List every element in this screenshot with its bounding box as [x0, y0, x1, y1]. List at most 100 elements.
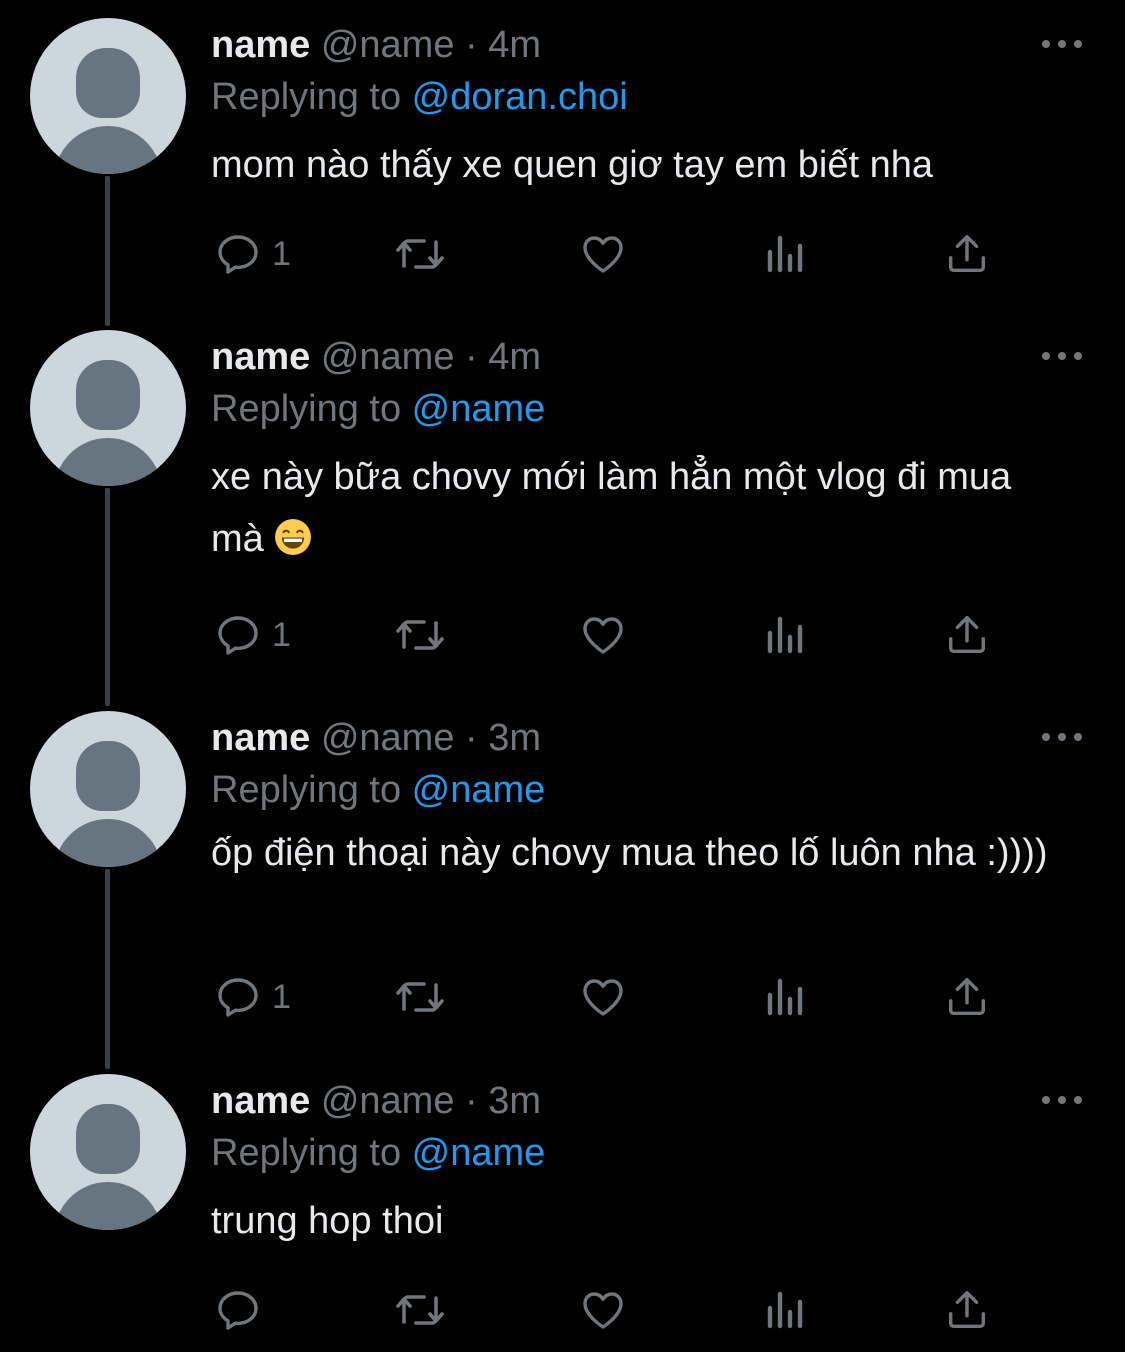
share-upload-icon: [948, 1291, 986, 1329]
share-upload-icon: [948, 616, 986, 654]
tweet-text: ốp điện thoại này chovy mua theo lố luôn…: [211, 827, 1051, 879]
reply-bubble-icon: [218, 235, 258, 274]
tweet[interactable]: name @name · 3m Replying to @name trung …: [0, 1056, 1125, 1352]
replying-to-mention[interactable]: @name: [412, 769, 546, 811]
reply-button[interactable]: 1: [214, 969, 291, 1025]
more-horizontal-icon[interactable]: [1040, 1090, 1084, 1110]
heart-icon: [583, 1292, 623, 1329]
avatar[interactable]: [30, 330, 186, 486]
tweet-text-content: ốp điện thoại này chovy mua theo lố luôn…: [211, 832, 1048, 874]
display-name[interactable]: name: [211, 717, 310, 759]
replying-to-mention[interactable]: @doran.choi: [412, 76, 628, 118]
replying-to: Replying to @name: [211, 1130, 545, 1176]
views-button[interactable]: [764, 969, 808, 1025]
tweet-text: mom nào thấy xe quen giơ tay em biết nha: [211, 134, 1091, 196]
user-handle[interactable]: @name: [321, 24, 455, 66]
reply-bubble-icon: [218, 978, 258, 1017]
views-button[interactable]: [764, 1282, 808, 1338]
tweet-text: xe này bữa chovy mới làm hẳn một vlog đi…: [211, 446, 1071, 570]
share-button[interactable]: [944, 607, 990, 663]
like-button[interactable]: [578, 226, 628, 282]
share-button[interactable]: [944, 1282, 990, 1338]
replying-to: Replying to @name: [211, 386, 545, 432]
reply-count: 1: [272, 977, 291, 1016]
retweet-button[interactable]: [392, 969, 448, 1025]
default-avatar-icon: [76, 741, 140, 811]
share-upload-icon: [948, 978, 986, 1016]
views-bar-chart-icon: [767, 978, 803, 1016]
replying-to-mention[interactable]: @name: [412, 388, 546, 430]
retweet-icon: [396, 1295, 444, 1325]
like-button[interactable]: [578, 1282, 628, 1338]
display-name[interactable]: name: [211, 336, 310, 378]
retweet-button[interactable]: [392, 226, 448, 282]
views-button[interactable]: [764, 607, 808, 663]
default-avatar-icon: [76, 1104, 140, 1174]
tweet-header: name @name · 4m: [211, 22, 541, 68]
replying-to-label: Replying to: [211, 1132, 412, 1174]
display-name[interactable]: name: [211, 24, 310, 66]
heart-icon: [583, 617, 623, 654]
default-avatar-icon: [76, 48, 140, 118]
heart-icon: [583, 979, 623, 1016]
replying-to-label: Replying to: [211, 76, 412, 118]
timestamp[interactable]: 4m: [488, 336, 541, 378]
share-button[interactable]: [944, 969, 990, 1025]
separator-dot: ·: [465, 1080, 478, 1122]
tweet[interactable]: name @name · 4m Replying to @doran.choi …: [0, 0, 1125, 300]
tweet-text-content: xe này bữa chovy mới làm hẳn một vlog đi…: [211, 456, 1012, 560]
like-button[interactable]: [578, 607, 628, 663]
reply-bubble-icon: [218, 1291, 258, 1330]
replying-to: Replying to @doran.choi: [211, 74, 628, 120]
reply-button[interactable]: 1: [214, 607, 291, 663]
heart-icon: [583, 236, 623, 273]
tweet-header: name @name · 3m: [211, 715, 541, 761]
tweet-header: name @name · 4m: [211, 334, 541, 380]
separator-dot: ·: [465, 336, 478, 378]
tweet-actions: 1: [0, 607, 1125, 663]
tweet-actions: 1: [0, 226, 1125, 282]
reply-button[interactable]: 1: [214, 226, 291, 282]
more-horizontal-icon[interactable]: [1040, 727, 1084, 747]
default-avatar-icon: [76, 360, 140, 430]
retweet-button[interactable]: [392, 607, 448, 663]
replying-to-label: Replying to: [211, 388, 412, 430]
reply-count: 1: [272, 234, 291, 273]
tweet-text-content: trung hop thoi: [211, 1200, 444, 1242]
reply-count: 1: [272, 615, 291, 654]
grinning-face-emoji-icon: [275, 519, 312, 555]
views-bar-chart-icon: [767, 616, 803, 654]
reply-button[interactable]: [214, 1282, 272, 1338]
user-handle[interactable]: @name: [321, 336, 455, 378]
replying-to-mention[interactable]: @name: [412, 1132, 546, 1174]
views-button[interactable]: [764, 226, 808, 282]
retweet-icon: [396, 239, 444, 269]
views-bar-chart-icon: [767, 235, 803, 273]
share-button[interactable]: [944, 226, 990, 282]
avatar[interactable]: [30, 711, 186, 867]
views-bar-chart-icon: [767, 1291, 803, 1329]
tweet[interactable]: name @name · 4m Replying to @name xe này…: [0, 312, 1125, 682]
like-button[interactable]: [578, 969, 628, 1025]
timestamp[interactable]: 4m: [488, 24, 541, 66]
retweet-icon: [396, 982, 444, 1012]
replying-to: Replying to @name: [211, 767, 545, 813]
more-horizontal-icon[interactable]: [1040, 34, 1084, 54]
more-horizontal-icon[interactable]: [1040, 346, 1084, 366]
tweet-actions: [0, 1282, 1125, 1338]
timestamp[interactable]: 3m: [488, 1080, 541, 1122]
retweet-button[interactable]: [392, 1282, 448, 1338]
display-name[interactable]: name: [211, 1080, 310, 1122]
reply-bubble-icon: [218, 616, 258, 655]
tweet[interactable]: name @name · 3m Replying to @name ốp điệ…: [0, 693, 1125, 1053]
user-handle[interactable]: @name: [321, 717, 455, 759]
tweet-text: trung hop thoi: [211, 1190, 1091, 1252]
retweet-icon: [396, 620, 444, 650]
tweet-header: name @name · 3m: [211, 1078, 541, 1124]
timestamp[interactable]: 3m: [488, 717, 541, 759]
avatar[interactable]: [30, 18, 186, 174]
user-handle[interactable]: @name: [321, 1080, 455, 1122]
avatar[interactable]: [30, 1074, 186, 1230]
separator-dot: ·: [465, 717, 478, 759]
share-upload-icon: [948, 235, 986, 273]
